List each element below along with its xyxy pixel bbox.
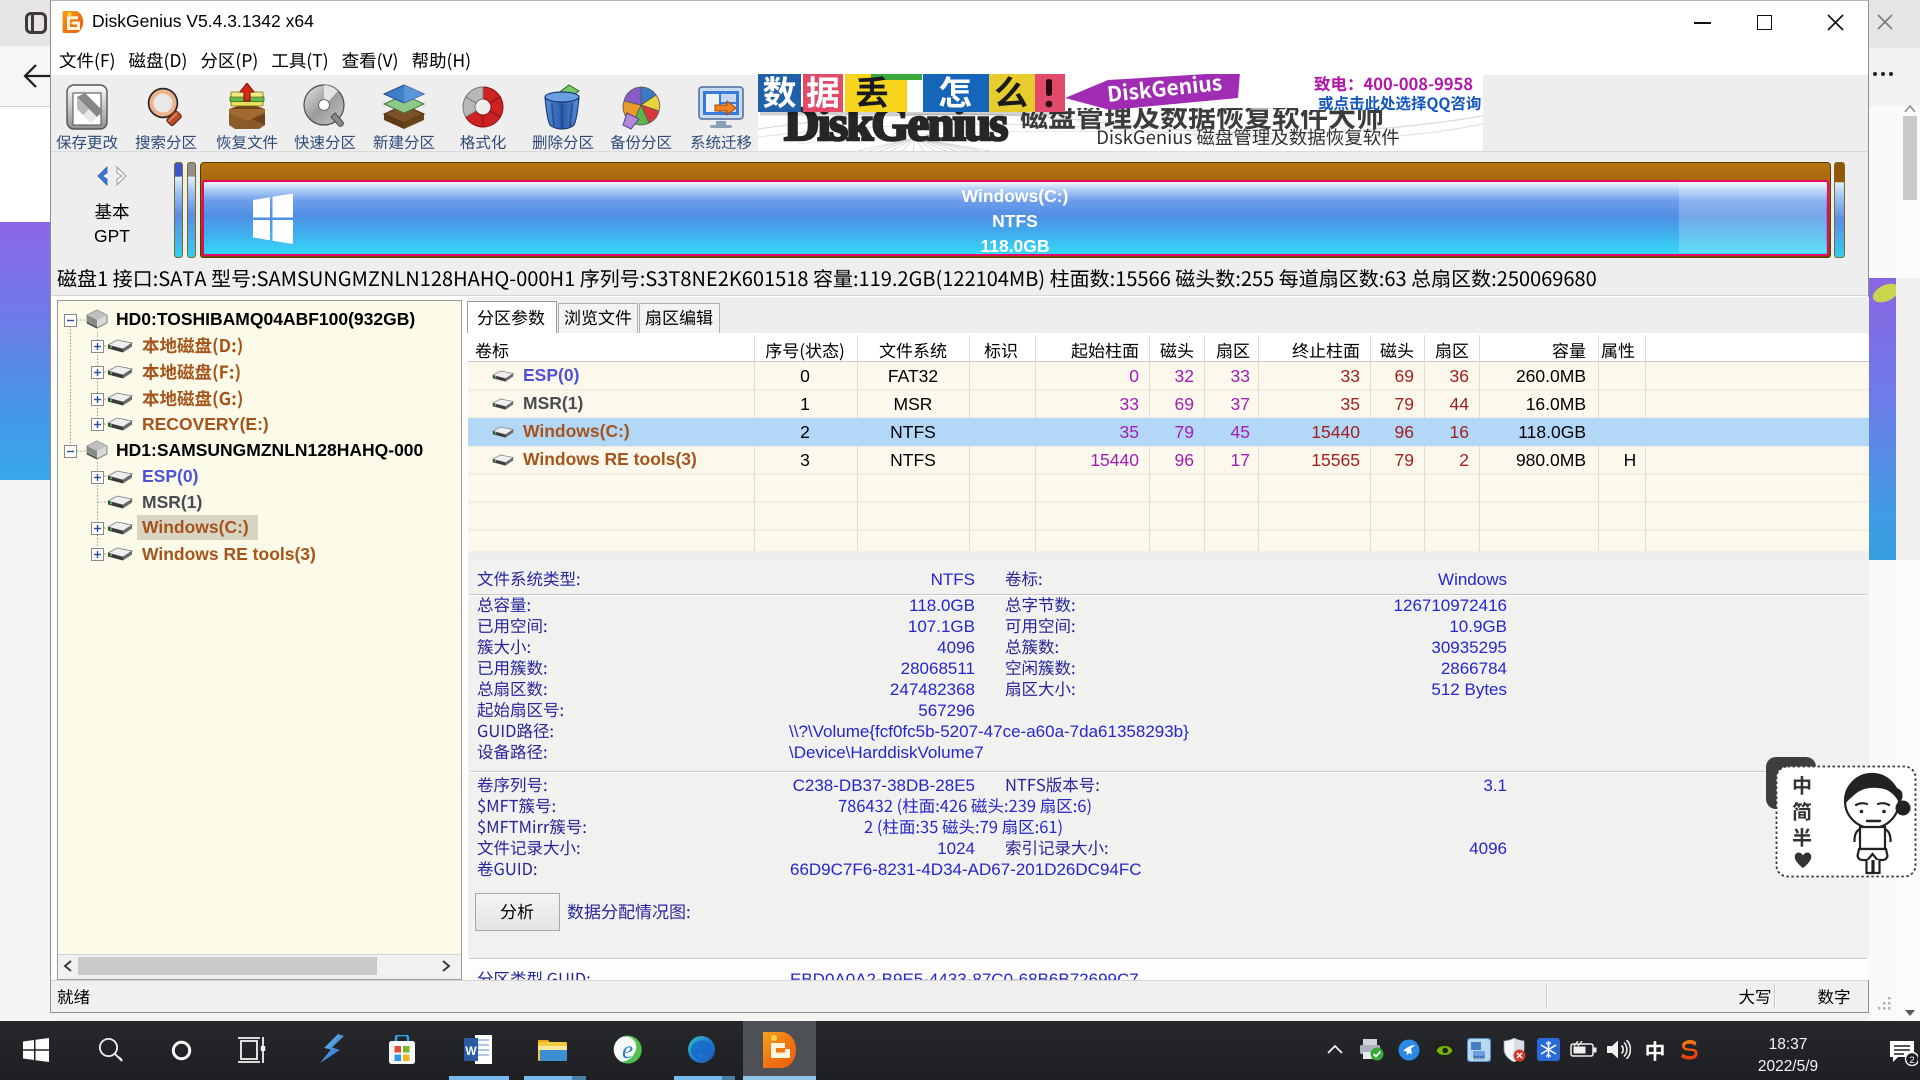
svg-text:intel: intel	[1473, 1056, 1484, 1062]
svg-text:2: 2	[1909, 1055, 1914, 1066]
svg-text:W: W	[465, 1044, 477, 1058]
